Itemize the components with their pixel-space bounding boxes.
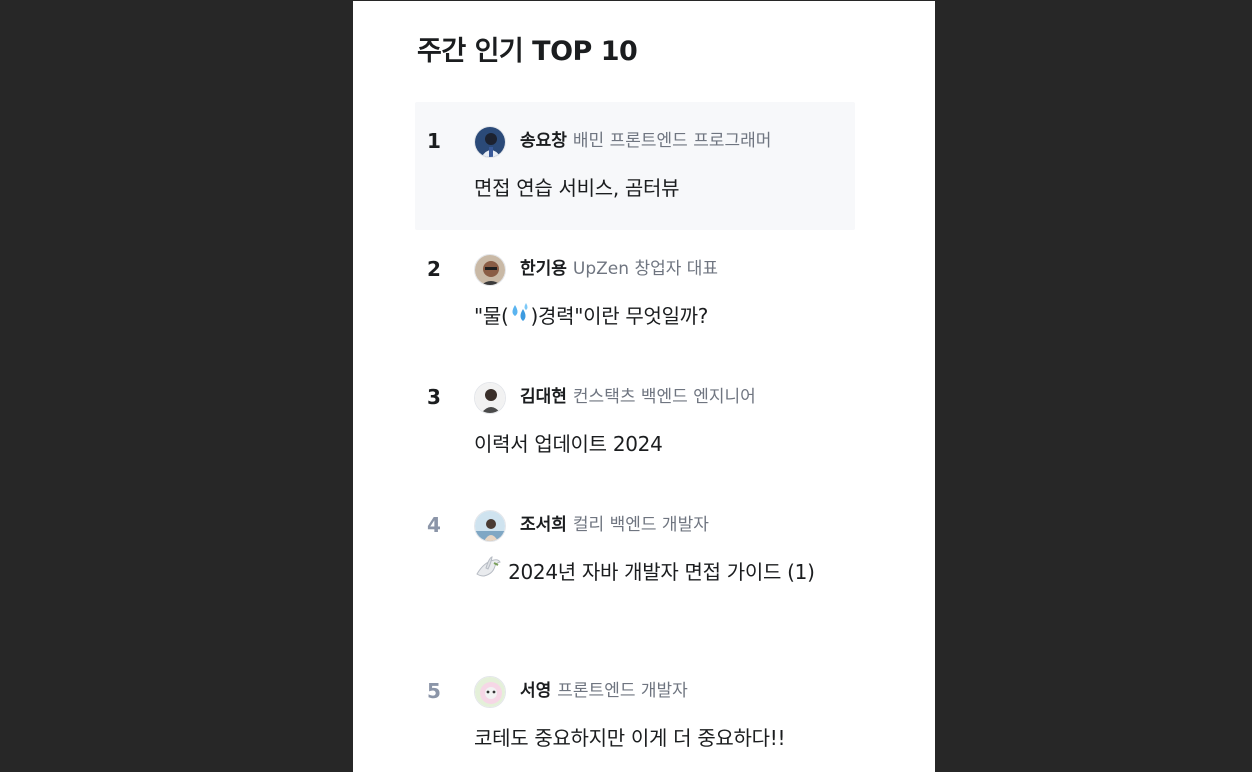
rank-number: 5 [427,679,441,703]
author-avatar[interactable] [474,676,506,708]
author-avatar[interactable] [474,510,506,542]
author-avatar[interactable] [474,382,506,414]
post-title[interactable]: 면접 연습 서비스, 곰터뷰 [474,169,846,207]
author-meta: 송요창 배민 프론트엔드 프로그래머 [520,131,771,151]
author-role: 프론트엔드 개발자 [557,681,688,701]
author-name[interactable]: 송요창 [520,131,567,151]
post-title[interactable]: 이력서 업데이트 2024 [474,425,846,463]
author-avatar[interactable] [474,254,506,286]
author-meta: 한기용 UpZen 창업자 대표 [520,259,718,279]
post-title[interactable]: "물( )경력"이란 무엇일까? [474,297,846,337]
rank-number: 2 [427,257,441,281]
post-title[interactable]: 코테도 중요하지만 이게 더 중요하다!! [474,719,846,757]
author-role: 컨스택츠 백엔드 엔지니어 [572,387,756,407]
author-name[interactable]: 김대현 [520,387,567,407]
author-name[interactable]: 한기용 [520,259,567,279]
rank-number: 3 [427,385,441,409]
list-item[interactable]: 1 송요창 배민 프론트엔드 프로그래머 면접 연습 서비스, 곰터뷰 [415,102,855,230]
section-title: 주간 인기 TOP 10 [417,36,638,67]
author-meta: 서영 프론트엔드 개발자 [520,681,688,701]
author-role: 컬리 백엔드 개발자 [572,515,709,535]
author-meta: 조서희 컬리 백엔드 개발자 [520,515,709,535]
author-name[interactable]: 서영 [520,681,551,701]
rank-number: 1 [427,129,441,153]
list-item[interactable]: 2 한기용 UpZen 창업자 대표 "물( )경력"이란 무엇일까? [415,230,855,358]
list-item[interactable]: 5 서영 프론트엔드 개발자 코테도 중요하지만 이게 더 중요하다!! [415,652,855,770]
author-avatar[interactable] [474,126,506,158]
sweat-droplets-icon [509,299,531,337]
dove-icon [474,554,502,594]
list-item[interactable]: 4 조서희 컬리 백엔드 개발자 2024년 자바 개발자 면접 가이드 (1) [415,486,855,652]
post-title-part: "물( [474,304,509,328]
post-title[interactable]: 2024년 자바 개발자 면접 가이드 (1) [474,553,846,594]
list-item[interactable]: 3 김대현 컨스택츠 백엔드 엔지니어 이력서 업데이트 2024 [415,358,855,486]
author-name[interactable]: 조서희 [520,515,567,535]
post-title-text: 2024년 자바 개발자 면접 가이드 (1) [508,560,815,584]
author-role: 배민 프론트엔드 프로그래머 [572,131,772,151]
rank-number: 4 [427,513,441,537]
author-role: UpZen 창업자 대표 [572,259,719,279]
popular-list: 1 송요창 배민 프론트엔드 프로그래머 면접 연습 서비스, 곰터뷰 2 한기… [415,102,855,770]
weekly-popular-panel: 주간 인기 TOP 10 1 송요창 배민 프론트엔드 프로그래머 면접 연습 서… [353,1,935,772]
post-title-part: )경력"이란 무엇일까? [530,304,709,328]
author-meta: 김대현 컨스택츠 백엔드 엔지니어 [520,387,756,407]
